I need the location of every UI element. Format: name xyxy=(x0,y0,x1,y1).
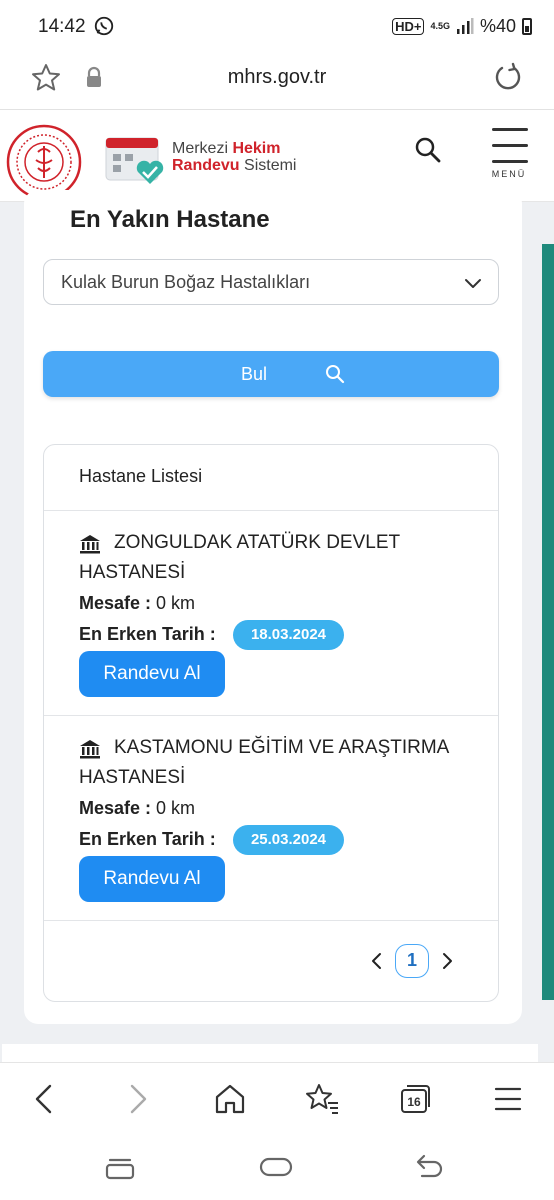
hospital-distance: Mesafe : 0 km xyxy=(79,798,195,819)
chevron-right-icon[interactable] xyxy=(440,951,454,971)
hospital-name: KASTAMONU EĞİTİM VE ARAŞTIRMA HASTANESİ xyxy=(79,737,449,788)
distance-value: 0 km xyxy=(156,798,196,818)
brand-logo[interactable]: Merkezi Hekim Randevu Sistemi xyxy=(104,134,304,190)
distance-label: Mesafe : xyxy=(79,798,152,818)
brand-name: Merkezi Hekim Randevu Sistemi xyxy=(172,140,296,174)
earliest-date-label: En Erken Tarih : xyxy=(79,624,216,644)
hd-indicator: HD+ xyxy=(392,17,425,35)
calendar-heart-icon xyxy=(105,137,164,184)
recent-apps-icon[interactable] xyxy=(102,1152,138,1182)
hospital-name: ZONGULDAK ATATÜRK DEVLET HASTANESİ xyxy=(79,532,400,583)
menu-icon-bar xyxy=(492,128,528,131)
distance-value: 0 km xyxy=(156,593,196,613)
find-button-label: Bul xyxy=(241,364,268,384)
menu-icon-bar xyxy=(492,144,528,147)
home-nav-icon[interactable] xyxy=(258,1152,294,1182)
distance-label: Mesafe : xyxy=(79,593,152,613)
signal-icon xyxy=(456,18,474,34)
search-icon[interactable] xyxy=(414,136,442,164)
battery-percent: %40 xyxy=(479,15,516,36)
browser-url-bar: mhrs.gov.tr xyxy=(0,52,554,110)
brand-word-hekim: Hekim xyxy=(232,140,281,157)
bookmarks-icon[interactable] xyxy=(304,1081,340,1117)
status-bar: 14:42 HD+ 4.5G %40 xyxy=(0,0,554,52)
page-footer-edge xyxy=(2,1044,538,1062)
tab-count: 16 xyxy=(407,1095,421,1109)
menu-button[interactable]: MENÜ xyxy=(484,126,534,179)
hospital-list-title: Hastane Listesi xyxy=(79,466,203,486)
menu-label: MENÜ xyxy=(491,169,527,179)
url-text[interactable]: mhrs.gov.tr xyxy=(0,66,554,89)
status-indicators: HD+ 4.5G %40 xyxy=(392,14,532,38)
chevron-left-icon[interactable] xyxy=(370,951,384,971)
clinic-select[interactable]: Kulak Burun Boğaz Hastalıkları xyxy=(43,259,499,305)
tabs-button[interactable]: 16 xyxy=(398,1081,434,1117)
battery-icon xyxy=(522,17,532,35)
earliest-date-badge: 25.03.2024 xyxy=(233,825,344,855)
appointment-button[interactable]: Randevu Al xyxy=(79,856,225,902)
site-header: Merkezi Hekim Randevu Sistemi MENÜ xyxy=(0,110,554,202)
system-navigation-bar xyxy=(0,1134,554,1200)
clinic-select-value: Kulak Burun Boğaz Hastalıkları xyxy=(61,272,311,292)
reload-icon[interactable] xyxy=(492,62,524,94)
divider xyxy=(44,715,498,716)
brand-word-sistemi: Sistemi xyxy=(239,157,297,174)
brand-word-randevu: Randevu xyxy=(172,157,240,174)
hospital-distance: Mesafe : 0 km xyxy=(79,593,195,614)
forward-icon[interactable] xyxy=(120,1081,156,1117)
status-time: 14:42 xyxy=(38,16,86,37)
search-icon xyxy=(326,365,345,384)
brand-word-merkezi: Merkezi xyxy=(172,140,233,157)
earliest-date-badge: 18.03.2024 xyxy=(233,620,344,650)
divider xyxy=(44,920,498,921)
pagination-current-page[interactable]: 1 xyxy=(395,944,429,978)
earliest-date-label: En Erken Tarih : xyxy=(79,829,216,849)
home-icon[interactable] xyxy=(212,1081,248,1117)
browser-toolbar: 16 xyxy=(0,1062,554,1134)
chevron-down-icon xyxy=(465,279,481,288)
page-scrollbar[interactable] xyxy=(542,244,554,1000)
whatsapp-icon xyxy=(94,16,114,36)
page-title: En Yakın Hastane xyxy=(70,206,270,233)
back-icon[interactable] xyxy=(26,1081,62,1117)
hamburger-menu-icon[interactable] xyxy=(490,1081,526,1117)
back-nav-icon[interactable] xyxy=(412,1152,448,1182)
find-button[interactable]: Bul xyxy=(43,351,499,397)
divider xyxy=(44,510,498,511)
network-type: 4.5G xyxy=(430,20,450,31)
ministry-emblem-logo[interactable] xyxy=(6,124,82,200)
appointment-button[interactable]: Randevu Al xyxy=(79,651,225,697)
menu-icon-bar xyxy=(492,160,528,163)
